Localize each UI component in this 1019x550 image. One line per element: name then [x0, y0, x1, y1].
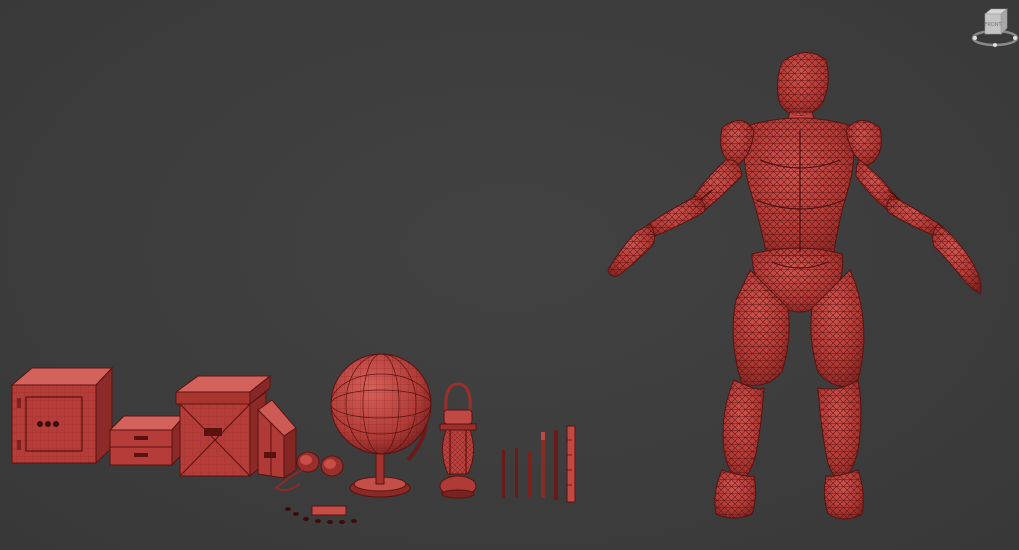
drawer-mesh[interactable] — [108, 414, 186, 467]
lantern-mesh[interactable] — [439, 382, 477, 499]
character-mesh[interactable] — [607, 52, 982, 520]
globe-mesh[interactable] — [330, 353, 432, 498]
viewcube-face-label: FRONT — [984, 22, 1002, 28]
3d-viewport[interactable]: FRONT — [0, 0, 1019, 550]
suitcase-mesh[interactable] — [257, 399, 297, 479]
crate-mesh[interactable] — [174, 374, 272, 478]
scene-canvas[interactable] — [0, 0, 1019, 550]
small-items-mesh[interactable] — [285, 505, 357, 524]
ruler-mesh[interactable] — [566, 425, 576, 503]
viewcube-icon[interactable]: FRONT — [939, 0, 1019, 60]
safe-mesh[interactable] — [10, 366, 114, 465]
pen-mesh[interactable] — [502, 430, 558, 500]
